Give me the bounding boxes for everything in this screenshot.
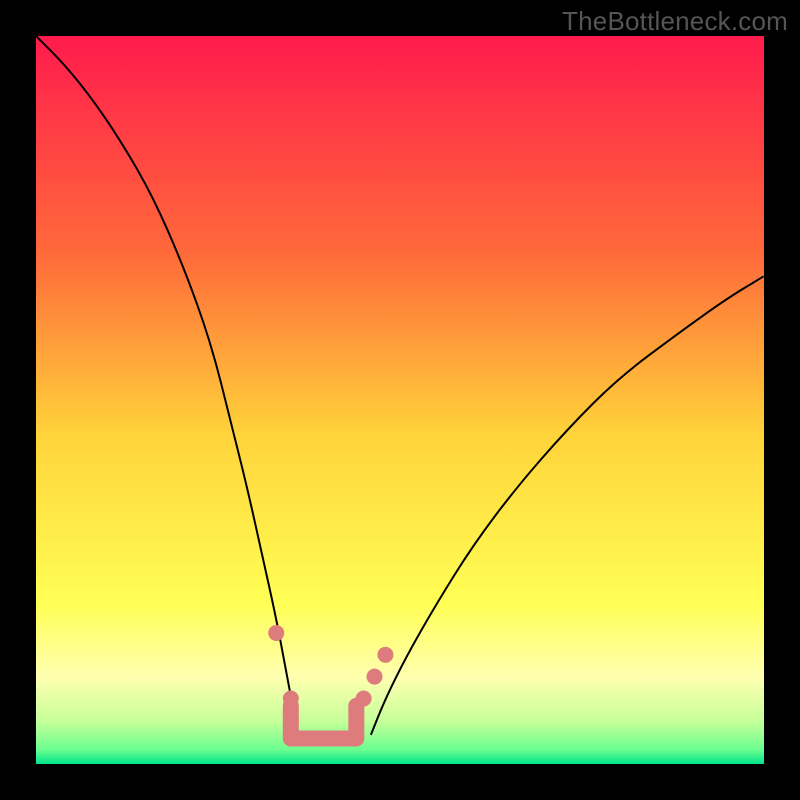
watermark-text: TheBottleneck.com: [562, 6, 788, 37]
right-bottleneck-curve: [371, 276, 764, 735]
optimum-markers-group: [268, 625, 393, 707]
optimum-marker: [377, 647, 393, 663]
chart-frame: [36, 36, 764, 764]
optimum-marker: [268, 625, 284, 641]
optimum-marker: [367, 669, 383, 685]
optimum-marker: [356, 690, 372, 706]
optimum-bracket: [291, 706, 357, 739]
chart-plot-svg: [36, 36, 764, 764]
left-bottleneck-curve: [36, 36, 298, 735]
optimum-marker: [283, 690, 299, 706]
